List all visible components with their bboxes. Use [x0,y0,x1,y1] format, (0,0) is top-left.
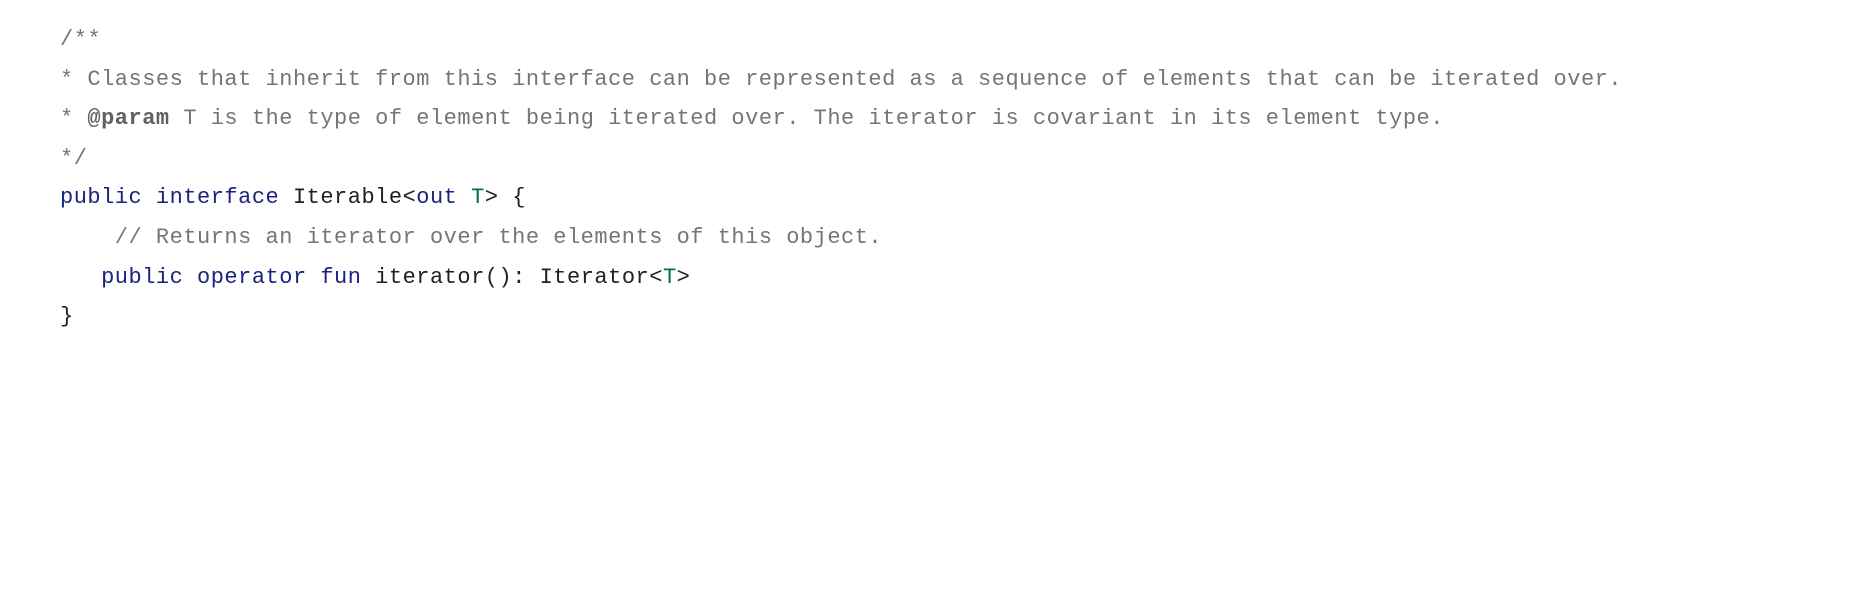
type-param: T [471,185,485,210]
type-param: T [663,265,677,290]
keyword-public: public [101,265,183,290]
doc-comment-line2: * @param T is the type of element being … [60,106,1444,131]
keyword-interface: interface [156,185,279,210]
angle-open: < [649,265,663,290]
inner-comment: // Returns an iterator over the elements… [60,225,882,250]
doc-prefix: * [60,106,87,131]
keyword-operator: operator [197,265,307,290]
doc-text: T is the type of element being iterated … [170,106,1444,131]
angle-open: < [403,185,417,210]
doc-comment-line1: * Classes that inherit from this interfa… [60,67,1622,92]
keyword-public: public [60,185,142,210]
doc-tag-param: @param [87,106,169,131]
keyword-fun: fun [320,265,361,290]
interface-name: Iterable [293,185,403,210]
method-name: iterator [375,265,485,290]
code-block: /** * Classes that inherit from this int… [60,20,1802,337]
angle-close: > [677,265,691,290]
doc-text: Classes that inherit from this interface… [87,67,1622,92]
brace-open: { [499,185,526,210]
method-indent [60,265,101,290]
doc-comment-close: */ [60,146,87,171]
brace-close: } [60,304,74,329]
doc-comment-open: /** [60,27,101,52]
keyword-out: out [416,185,457,210]
method-colon: : [512,265,539,290]
doc-prefix: * [60,67,87,92]
return-type: Iterator [540,265,650,290]
angle-close: > [485,185,499,210]
method-parens: () [485,265,512,290]
